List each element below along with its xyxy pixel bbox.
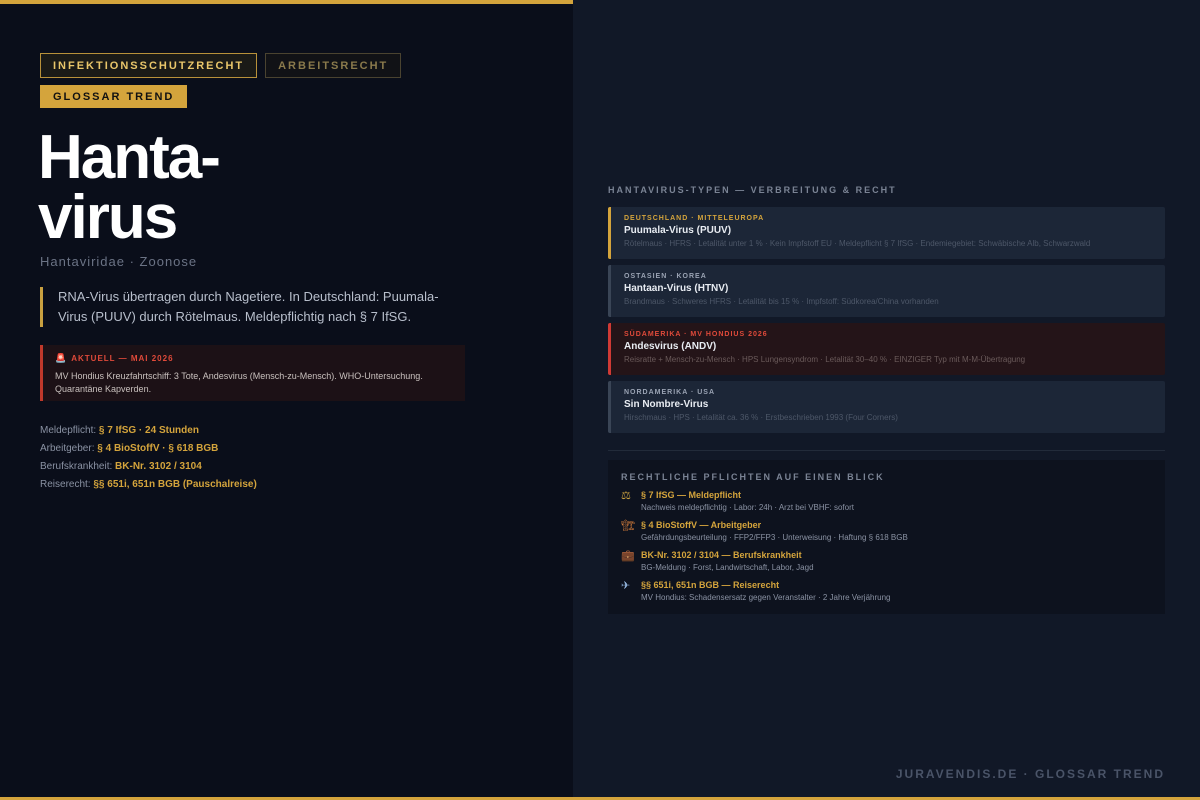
- intro-text: RNA-Virus übertragen durch Nagetiere. In…: [40, 287, 460, 327]
- category-tags: INFEKTIONSSCHUTZRECHT ARBEITSRECHT: [40, 53, 402, 78]
- duty-title: §§ 651i, 651n BGB — Reiserecht: [641, 580, 780, 590]
- alert-header: 🚨 AKTUELL — MAI 2026: [55, 353, 453, 364]
- briefcase-icon: 💼: [621, 550, 635, 562]
- fact-value: § 7 IfSG · 24 Stunden: [98, 425, 199, 436]
- footer-brand[interactable]: JURAVENDIS.DE · GLOSSAR TREND: [896, 767, 1165, 781]
- fact-row: Arbeitgeber: § 4 BioStoffV · § 618 BGB: [40, 440, 257, 458]
- types-heading: HANTAVIRUS-TYPEN — VERBREITUNG & RECHT: [608, 185, 897, 195]
- duty-item: 🏗 § 4 BioStoffV — Arbeitgeber Gefährdung…: [621, 520, 1152, 542]
- duty-title: § 4 BioStoffV — Arbeitgeber: [641, 520, 762, 530]
- tag-infektionsschutzrecht[interactable]: INFEKTIONSSCHUTZRECHT: [40, 53, 258, 78]
- duties-heading: RECHTLICHE PFLICHTEN AUF EINEN BLICK: [621, 472, 885, 482]
- virus-name: Puumala-Virus (PUUV): [624, 225, 732, 236]
- key-facts: Meldepflicht: § 7 IfSG · 24 Stunden Arbe…: [40, 422, 257, 494]
- duty-detail: Nachweis meldepflichtig · Labor: 24h · A…: [641, 503, 854, 512]
- virus-region: SÜDAMERIKA · MV HONDIUS 2026: [624, 331, 768, 338]
- fact-row: Reiserecht: §§ 651i, 651n BGB (Pauschalr…: [40, 476, 257, 494]
- fact-value: BK-Nr. 3102 / 3104: [115, 461, 202, 472]
- virus-card-hantaan[interactable]: OSTASIEN · KOREA Hantaan-Virus (HTNV) Br…: [608, 265, 1165, 317]
- virus-name: Sin Nombre-Virus: [624, 399, 709, 410]
- fact-label: Berufskrankheit:: [40, 461, 113, 472]
- fact-row: Meldepflicht: § 7 IfSG · 24 Stunden: [40, 422, 257, 440]
- scales-icon: ⚖: [621, 490, 631, 502]
- fact-label: Reiserecht:: [40, 479, 91, 490]
- alert-box: 🚨 AKTUELL — MAI 2026 MV Hondius Kreuzfah…: [40, 345, 465, 401]
- virus-description: Hirschmaus · HPS · Letalität ca. 36 % · …: [624, 413, 898, 422]
- title-line-1: Hanta-: [38, 123, 221, 192]
- tag-glossar-trend[interactable]: GLOSSAR TREND: [40, 85, 188, 108]
- tag-arbeitsrecht[interactable]: ARBEITSRECHT: [265, 53, 402, 78]
- virus-name: Andesvirus (ANDV): [624, 341, 717, 352]
- duty-item: ✈ §§ 651i, 651n BGB — Reiserecht MV Hond…: [621, 580, 1152, 602]
- virus-description: Reisratte + Mensch-zu-Mensch · HPS Lunge…: [624, 355, 1026, 364]
- virus-card-sin-nombre[interactable]: NORDAMERIKA · USA Sin Nombre-Virus Hirsc…: [608, 381, 1165, 433]
- virus-region: NORDAMERIKA · USA: [624, 389, 716, 396]
- duty-detail: Gefährdungsbeurteilung · FFP2/FFP3 · Unt…: [641, 533, 908, 542]
- fact-label: Meldepflicht:: [40, 425, 97, 436]
- virus-card-andes[interactable]: SÜDAMERIKA · MV HONDIUS 2026 Andesvirus …: [608, 323, 1165, 375]
- virus-description: Brandmaus · Schweres HFRS · Letalität bi…: [624, 297, 939, 306]
- virus-description: Rötelmaus · HFRS · Letalität unter 1 % ·…: [624, 239, 1091, 248]
- page-subtitle: Hantaviridae · Zoonose: [40, 254, 198, 269]
- fact-row: Berufskrankheit: BK-Nr. 3102 / 3104: [40, 458, 257, 476]
- virus-card-puumala[interactable]: DEUTSCHLAND · MITTELEUROPA Puumala-Virus…: [608, 207, 1165, 259]
- top-accent-bar: [0, 0, 573, 4]
- section-divider: [608, 450, 1165, 451]
- airplane-icon: ✈: [621, 580, 631, 592]
- alert-text: MV Hondius Kreuzfahrtschiff: 3 Tote, And…: [55, 371, 423, 394]
- crane-icon: 🏗: [621, 520, 635, 532]
- siren-icon: 🚨: [55, 353, 68, 363]
- duty-title: BK-Nr. 3102 / 3104 — Berufskrankheit: [641, 550, 802, 560]
- alert-label: AKTUELL — MAI 2026: [71, 354, 174, 363]
- fact-value: §§ 651i, 651n BGB (Pauschalreise): [93, 479, 257, 490]
- duty-detail: BG-Meldung · Forst, Landwirtschaft, Labo…: [641, 563, 814, 572]
- title-line-2: virus: [38, 183, 178, 252]
- duty-detail: MV Hondius: Schadensersatz gegen Veranst…: [641, 593, 891, 602]
- legal-duties-panel: RECHTLICHE PFLICHTEN AUF EINEN BLICK ⚖ §…: [608, 460, 1165, 614]
- page-title: Hanta- virus: [38, 127, 221, 249]
- fact-value: § 4 BioStoffV · § 618 BGB: [97, 443, 219, 454]
- duty-title: § 7 IfSG — Meldepflicht: [641, 490, 742, 500]
- duty-item: 💼 BK-Nr. 3102 / 3104 — Berufskrankheit B…: [621, 550, 1152, 572]
- virus-name: Hantaan-Virus (HTNV): [624, 283, 729, 294]
- virus-region: OSTASIEN · KOREA: [624, 273, 707, 280]
- duty-item: ⚖ § 7 IfSG — Meldepflicht Nachweis melde…: [621, 490, 1152, 512]
- virus-region: DEUTSCHLAND · MITTELEUROPA: [624, 215, 765, 222]
- fact-label: Arbeitgeber:: [40, 443, 95, 454]
